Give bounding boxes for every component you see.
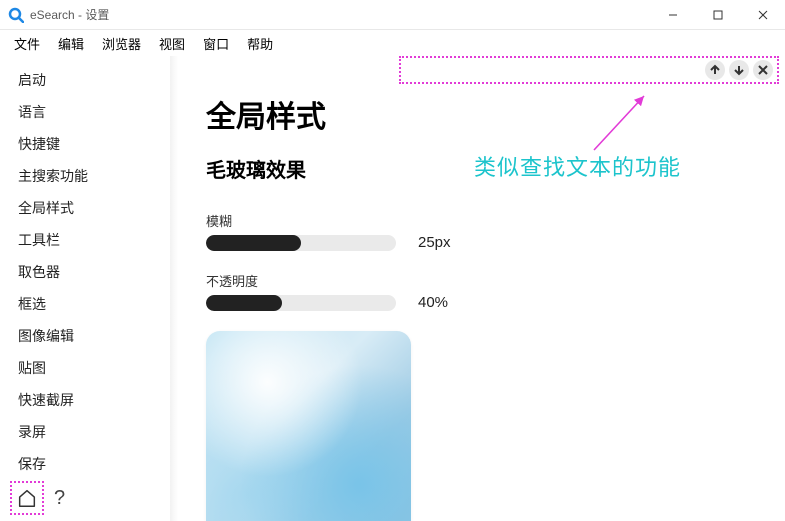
opacity-value: 40% [418,294,448,311]
menu-edit[interactable]: 编辑 [50,32,92,55]
window-controls [650,0,785,29]
sidebar-item-selection[interactable]: 框选 [0,288,170,320]
sidebar-item-pin[interactable]: 贴图 [0,352,170,384]
sidebar-item-language[interactable]: 语言 [0,96,170,128]
opacity-slider[interactable] [206,295,396,311]
sidebar-item-toolbar[interactable]: 工具栏 [0,224,170,256]
menu-window[interactable]: 窗口 [195,32,237,55]
sidebar: 启动 语言 快捷键 主搜索功能 全局样式 工具栏 取色器 框选 图像编辑 贴图 … [0,56,170,521]
sidebar-item-quick-screenshot[interactable]: 快速截屏 [0,384,170,416]
annotation-text: 类似查找文本的功能 [474,150,681,182]
search-prev-button[interactable] [705,60,725,80]
sidebar-item-main-search[interactable]: 主搜索功能 [0,160,170,192]
window-title: eSearch - 设置 [30,6,650,23]
preview-box [206,331,411,521]
menu-help[interactable]: 帮助 [239,32,281,55]
page-title: 全局样式 [206,92,765,136]
sidebar-item-color-picker[interactable]: 取色器 [0,256,170,288]
menu-file[interactable]: 文件 [6,32,48,55]
menu-view[interactable]: 视图 [151,32,193,55]
blur-slider-block: 模糊 25px [206,211,765,251]
home-icon [16,487,38,509]
blur-label: 模糊 [206,211,765,230]
maximize-button[interactable] [695,0,740,29]
arrow-down-icon [733,64,745,76]
sidebar-bottom: ? [0,475,170,521]
close-button[interactable] [740,0,785,29]
blur-value: 25px [418,234,451,251]
sidebar-item-record[interactable]: 录屏 [0,416,170,448]
sidebar-item-startup[interactable]: 启动 [0,64,170,96]
help-button[interactable]: ? [50,487,69,510]
search-box[interactable] [399,56,779,84]
close-icon [757,64,769,76]
sidebar-item-global-style[interactable]: 全局样式 [0,192,170,224]
titlebar: eSearch - 设置 [0,0,785,30]
menu-browser[interactable]: 浏览器 [94,32,149,55]
opacity-label: 不透明度 [206,271,765,290]
arrow-up-icon [709,64,721,76]
slider-fill [206,295,282,311]
opacity-slider-block: 不透明度 40% [206,271,765,311]
sidebar-item-shortcuts[interactable]: 快捷键 [0,128,170,160]
sidebar-item-image-edit[interactable]: 图像编辑 [0,320,170,352]
app-icon [8,7,24,23]
search-close-button[interactable] [753,60,773,80]
content: 类似查找文本的功能 全局样式 毛玻璃效果 模糊 25px 不透明度 40% [188,56,785,521]
body: 启动 语言 快捷键 主搜索功能 全局样式 工具栏 取色器 框选 图像编辑 贴图 … [0,56,785,521]
sidebar-list: 启动 语言 快捷键 主搜索功能 全局样式 工具栏 取色器 框选 图像编辑 贴图 … [0,64,170,475]
sidebar-item-save[interactable]: 保存 [0,448,170,475]
menubar: 文件 编辑 浏览器 视图 窗口 帮助 [0,30,785,56]
sidebar-separator [170,56,178,521]
blur-slider[interactable] [206,235,396,251]
search-next-button[interactable] [729,60,749,80]
minimize-button[interactable] [650,0,695,29]
home-button[interactable] [10,481,44,515]
slider-fill [206,235,301,251]
